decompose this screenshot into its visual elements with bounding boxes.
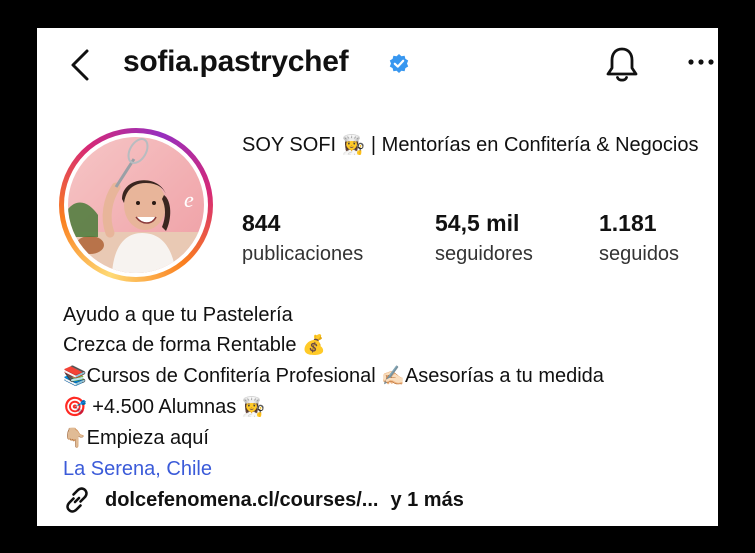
stat-following[interactable]: 1.181 seguidos	[599, 209, 679, 268]
story-ring[interactable]: e	[59, 128, 213, 282]
stat-following-label: seguidos	[599, 243, 680, 265]
stat-posts[interactable]: 844 publicaciones	[242, 209, 363, 268]
bell-icon[interactable]	[604, 46, 640, 84]
profile-card: sofia.pastrychef	[37, 28, 718, 526]
profile-header: sofia.pastrychef	[37, 28, 718, 100]
money-bag-emoji: 💰	[302, 335, 326, 356]
bio-line-text: Empieza aquí	[86, 427, 209, 449]
link-icon	[66, 487, 88, 513]
display-name-text: SOY SOFI	[242, 134, 337, 156]
more-links[interactable]: y 1 más	[390, 489, 463, 512]
more-options-icon[interactable]	[687, 56, 715, 68]
bio-line-text: +4.500 Alumnas	[86, 396, 242, 418]
back-chevron-icon[interactable]	[67, 48, 97, 82]
profile-username: sofia.pastrychef	[123, 45, 349, 78]
chef-emoji: 👩‍🍳	[341, 135, 366, 156]
chef-emoji: 👩‍🍳	[241, 397, 266, 418]
display-name-subtitle: | Mentorías en Confitería & Negocios	[365, 134, 699, 156]
books-emoji: 📚	[63, 366, 87, 387]
bio-line: Ayudo a que tu Pastelería	[63, 304, 293, 326]
pointing-down-emoji: 👇🏼	[63, 428, 87, 449]
profile-display-name: SOY SOFI 👩‍🍳 | Mentorías en Confitería &…	[242, 132, 712, 159]
stat-followers[interactable]: 54,5 mil seguidores	[435, 209, 533, 268]
bio-line-text: Cursos de Confitería Profesional	[86, 365, 382, 387]
profile-bio: Ayudo a que tu Pastelería Crezca de form…	[63, 300, 713, 484]
writing-hand-emoji: ✍🏻	[381, 366, 405, 387]
bio-line: Crezca de forma Rentable 💰	[63, 330, 713, 361]
bio-line: 👇🏼Empieza aquí	[63, 423, 713, 454]
bio-line-text: Asesorías a tu medida	[404, 365, 604, 387]
stat-posts-value: 844	[242, 210, 281, 236]
bio-line: 🎯 +4.500 Alumnas 👩‍🍳	[63, 392, 713, 423]
bio-line: 📚Cursos de Confitería Profesional ✍🏻Ases…	[63, 361, 713, 392]
location-link[interactable]: La Serena, Chile	[63, 454, 713, 484]
target-emoji: 🎯	[63, 397, 87, 418]
svg-text:e: e	[184, 187, 194, 212]
verified-badge-icon	[389, 54, 409, 73]
stat-followers-label: seguidores	[435, 243, 533, 265]
stat-posts-label: publicaciones	[242, 243, 364, 265]
bio-line-text: Crezca de forma Rentable	[63, 334, 303, 356]
profile-website-link[interactable]: dolcefenomena.cl/courses/... y 1 más	[63, 486, 464, 514]
website-url[interactable]: dolcefenomena.cl/courses/...	[105, 489, 378, 512]
stat-followers-value: 54,5 mil	[435, 210, 520, 236]
profile-avatar[interactable]: e	[68, 137, 204, 273]
stat-following-value: 1.181	[599, 210, 657, 236]
